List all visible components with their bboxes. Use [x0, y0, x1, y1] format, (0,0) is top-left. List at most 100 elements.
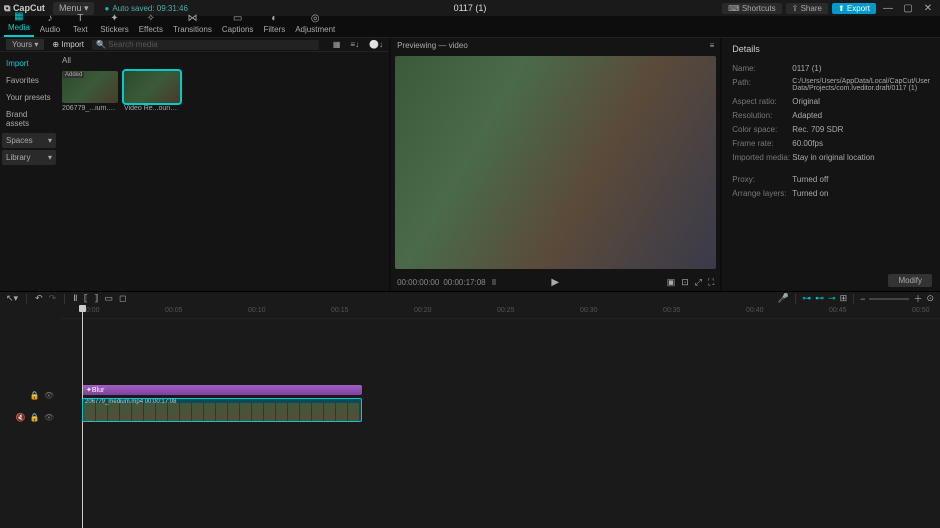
- search-input[interactable]: 🔍 Search media: [92, 40, 319, 50]
- video-track-head: 🔇 🔒 👁: [0, 405, 60, 429]
- effect-clip[interactable]: ✦ Blur: [82, 385, 362, 395]
- effect-track-head: 🔒👁: [0, 385, 60, 405]
- zoom-out-icon[interactable]: −: [860, 294, 865, 304]
- media-panel: Yours ▾ ⊕ Import 🔍 Search media ▦ ≡↓ ⚪↓ …: [0, 38, 389, 291]
- scale-icon[interactable]: ⤢: [695, 277, 702, 288]
- media-thumbnail[interactable]: Video Re...ound.mp4: [124, 71, 180, 112]
- details-panel: Details Name:0117 (1) Path:C:/Users/User…: [722, 38, 940, 291]
- yours-dropdown[interactable]: Yours ▾: [6, 39, 44, 50]
- snap-icon[interactable]: ⊶: [802, 293, 811, 304]
- timeline-ruler[interactable]: 00:00 00:05 00:10 00:15 00:20 00:25 00:3…: [60, 305, 940, 319]
- tab-media[interactable]: ▦Media: [4, 8, 34, 37]
- tab-adjustment[interactable]: ◎Adjustment: [291, 10, 339, 37]
- aspect-icon[interactable]: ⊡: [681, 277, 689, 288]
- adjustment-icon: ◎: [295, 13, 335, 24]
- total-time: 00:00:17:08: [443, 278, 485, 287]
- detail-value: Original: [792, 97, 930, 106]
- grid-view-icon[interactable]: ▦: [333, 40, 341, 49]
- visibility-icon[interactable]: 👁: [44, 413, 54, 422]
- detail-label: Path:: [732, 78, 792, 92]
- sidebar-brand[interactable]: Brand assets: [2, 107, 56, 131]
- detail-label: Aspect ratio:: [732, 97, 792, 106]
- preview-panel: Previewing — video ≡ 00:00:00:00 00:00:1…: [391, 38, 720, 291]
- zoom-in-icon[interactable]: ＋: [913, 292, 922, 305]
- redo-icon[interactable]: ↷: [49, 293, 57, 304]
- shortcuts-button[interactable]: ⌨ Shortcuts: [722, 3, 782, 14]
- detail-label: Arrange layers:: [732, 189, 792, 198]
- sidebar-presets[interactable]: Your presets: [2, 90, 56, 105]
- link-icon[interactable]: ⊷: [815, 293, 824, 304]
- export-button[interactable]: ⬆ Export: [832, 3, 876, 14]
- sidebar-favorites[interactable]: Favorites: [2, 73, 56, 88]
- detail-label: Name:: [732, 64, 792, 73]
- zoom-slider[interactable]: [869, 298, 909, 300]
- captions-icon: ▭: [222, 13, 254, 24]
- timeline: 🔒👁 🔇🔒👁 00:00 00:05 00:10 00:15 00:20 00:…: [0, 305, 940, 528]
- media-sidebar: Import Favorites Your presets Brand asse…: [0, 52, 58, 291]
- sidebar-library[interactable]: Library▾: [2, 150, 56, 165]
- clip-label: 206779_medium.mp4 00:00:17:08: [85, 399, 176, 405]
- tab-effects[interactable]: ✧Effects: [135, 10, 167, 37]
- compare-icon[interactable]: ▣: [667, 277, 676, 288]
- detail-label: Color space:: [732, 125, 792, 134]
- detail-label: Resolution:: [732, 111, 792, 120]
- detail-value: Adapted: [792, 111, 930, 120]
- preview-title: Previewing — video: [397, 41, 468, 50]
- category-tabs: ▦Media ♪Audio TText ✦Stickers ✧Effects ⋈…: [0, 16, 940, 38]
- visibility-icon[interactable]: 👁: [44, 391, 54, 400]
- sidebar-spaces[interactable]: Spaces▾: [2, 133, 56, 148]
- tab-filters[interactable]: ◐Filters: [259, 10, 289, 37]
- thumbnail-name: 206779_...ium.mp4: [62, 105, 118, 112]
- tab-captions[interactable]: ▭Captions: [218, 10, 258, 37]
- pointer-tool-icon[interactable]: ↖▾: [6, 293, 18, 304]
- lock-icon[interactable]: 🔒: [30, 413, 40, 422]
- filter-all[interactable]: All: [62, 56, 385, 65]
- crop-icon[interactable]: ◻: [119, 293, 126, 304]
- detail-label: Imported media:: [732, 153, 792, 162]
- sort-icon[interactable]: ≡↓: [350, 40, 359, 49]
- fullscreen-icon[interactable]: ⛶: [708, 277, 714, 288]
- video-preview[interactable]: [395, 56, 716, 269]
- import-button[interactable]: ⊕ Import: [52, 40, 84, 49]
- video-clip[interactable]: 206779_medium.mp4 00:00:17:08 ▦Cover: [82, 398, 362, 422]
- added-badge: Added: [63, 72, 84, 78]
- play-button[interactable]: ▶: [551, 277, 559, 288]
- media-thumbnail[interactable]: Added 206779_...ium.mp4: [62, 71, 118, 112]
- modify-button[interactable]: Modify: [888, 274, 932, 287]
- filter-icon[interactable]: ⚪↓: [369, 40, 383, 49]
- detail-value: C:/Users/Users/AppData/Local/CapCut/User…: [792, 78, 930, 92]
- split-right-icon[interactable]: ⟧: [94, 293, 98, 304]
- tab-transitions[interactable]: ⋈Transitions: [169, 10, 216, 37]
- detail-value: Turned on: [792, 189, 930, 198]
- share-button[interactable]: ⇪ Share: [786, 3, 828, 14]
- track-toggle-icon[interactable]: ⊞: [840, 293, 848, 304]
- stickers-icon: ✦: [100, 13, 128, 24]
- text-icon: T: [70, 13, 90, 24]
- split-icon[interactable]: Ⅱ: [73, 293, 77, 304]
- undo-icon[interactable]: ↶: [35, 293, 43, 304]
- sidebar-import[interactable]: Import: [2, 56, 56, 71]
- detail-value: 60.00fps: [792, 139, 930, 148]
- fit-icon[interactable]: ⊙: [926, 293, 934, 304]
- audio-icon: ♪: [40, 13, 60, 24]
- preview-axis-icon[interactable]: ⊸: [828, 293, 836, 304]
- current-time: 00:00:00:00: [397, 278, 439, 287]
- thumbnail-name: Video Re...ound.mp4: [124, 105, 180, 112]
- timeline-toolbar: ↖▾ ↶ ↷ Ⅱ ⟦ ⟧ ▭ ◻ 🎤 ⊶ ⊷ ⊸ ⊞ − ＋ ⊙: [0, 291, 940, 305]
- lock-icon[interactable]: 🔒: [30, 391, 40, 400]
- mute-icon[interactable]: 🔇: [16, 413, 26, 422]
- mic-icon[interactable]: 🎤: [778, 293, 789, 304]
- delete-icon[interactable]: ▭: [105, 293, 114, 304]
- split-left-icon[interactable]: ⟦: [84, 293, 88, 304]
- transitions-icon: ⋈: [173, 13, 212, 24]
- preview-menu-icon[interactable]: ≡: [710, 41, 715, 50]
- tab-audio[interactable]: ♪Audio: [36, 10, 64, 37]
- detail-label: Proxy:: [732, 175, 792, 184]
- detail-value: Stay in original location: [792, 153, 930, 162]
- tab-text[interactable]: TText: [66, 10, 94, 37]
- minimize-icon[interactable]: —: [880, 3, 896, 14]
- close-icon[interactable]: ✕: [920, 3, 936, 14]
- maximize-icon[interactable]: ▢: [900, 3, 916, 14]
- tab-stickers[interactable]: ✦Stickers: [96, 10, 132, 37]
- filters-icon: ◐: [263, 13, 285, 24]
